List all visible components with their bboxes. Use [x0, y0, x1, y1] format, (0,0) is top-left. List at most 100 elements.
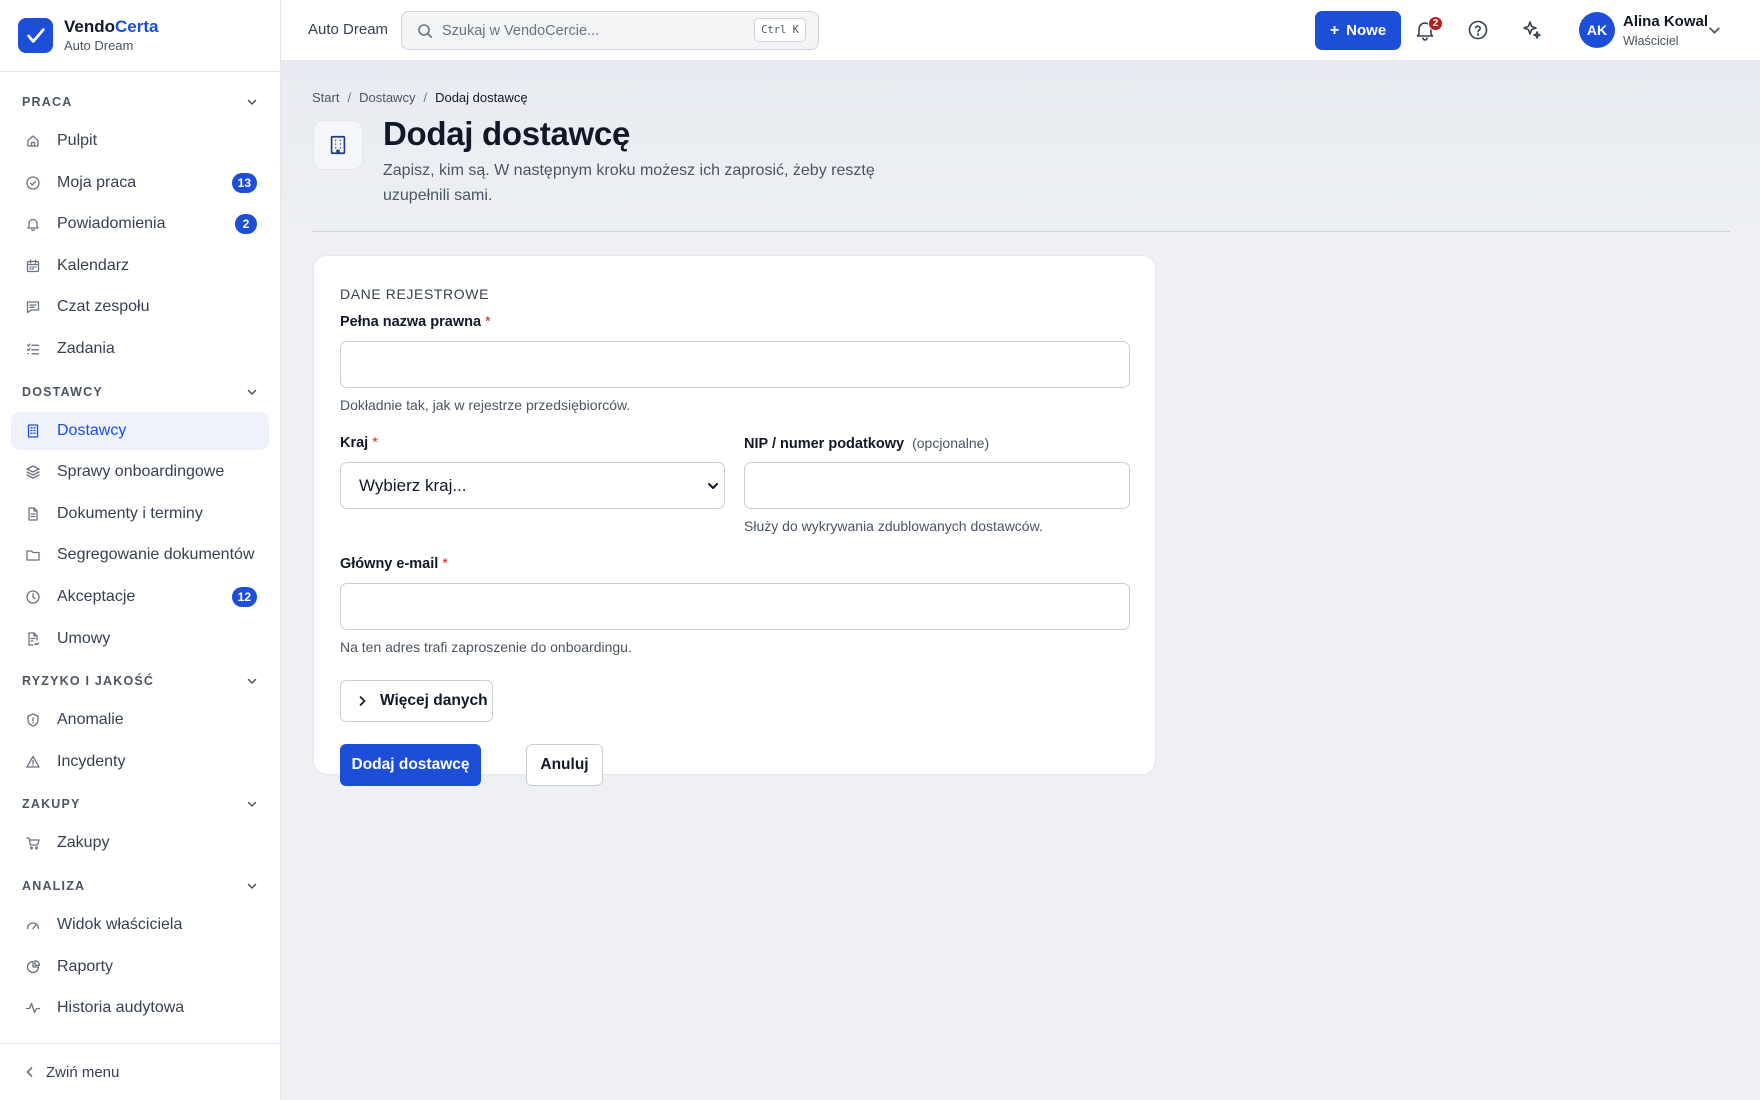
- clock-icon: [26, 590, 40, 604]
- sidebar-item-sprawy-onboardingowe[interactable]: Sprawy onboardingowe: [11, 453, 269, 491]
- workspace-switcher[interactable]: Auto Dream: [308, 21, 388, 38]
- sidebar-section-title: ANALIZA: [22, 878, 86, 893]
- search-shortcut: Ctrl K: [754, 18, 806, 42]
- country-label: Kraj *: [340, 435, 378, 451]
- legal-name-help: Dokładnie tak, jak w rejestrze przedsięb…: [340, 397, 631, 413]
- activity-icon: [25, 1002, 41, 1014]
- sidebar-item-pulpit[interactable]: Pulpit: [11, 122, 269, 160]
- chevron-down-icon: [247, 389, 257, 395]
- sidebar-item-label: Czat zespołu: [57, 298, 150, 316]
- sidebar-item-label: Segregowanie dokumentów: [57, 546, 255, 564]
- brand[interactable]: VendoCerta Auto Dream: [0, 0, 280, 72]
- top-bar: Auto Dream Szukaj w VendoCercie... Ctrl …: [281, 0, 1760, 61]
- sidebar-section-header[interactable]: ANALIZA: [0, 866, 280, 906]
- sidebar-section-title: PRACA: [22, 95, 73, 109]
- layers-icon: [26, 465, 40, 479]
- count-badge: 12: [231, 586, 257, 607]
- sidebar-section-title: RYZYKO I JAKOŚĆ: [22, 674, 155, 689]
- chat-icon: [26, 301, 40, 314]
- chevron-down-icon: [247, 883, 257, 889]
- brand-workspace: Auto Dream: [64, 38, 134, 53]
- chevron-down-icon: [247, 802, 257, 808]
- shield-icon: [27, 713, 39, 727]
- sidebar-item-segregowanie-dokumentow[interactable]: Segregowanie dokumentów: [11, 536, 269, 574]
- chevron-down-icon: [247, 678, 257, 684]
- legal-name-label: Pełna nazwa prawna *: [340, 314, 491, 330]
- sidebar-item-label: Incydenty: [57, 752, 126, 770]
- new-button-label: Nowe: [1346, 22, 1387, 39]
- breadcrumb-vendors[interactable]: Dostawcy: [359, 90, 415, 105]
- sidebar-item-label: Umowy: [57, 629, 111, 647]
- sidebar-section-header[interactable]: DOSTAWCY: [0, 372, 280, 412]
- email-help: Na ten adres trafi zaproszenie do onboar…: [340, 639, 632, 655]
- collapse-menu-label: Zwiń menu: [46, 1063, 120, 1081]
- sidebar-item-label: Raporty: [57, 957, 114, 975]
- chevron-down-icon: [247, 99, 257, 105]
- new-button[interactable]: + Nowe: [1315, 11, 1401, 50]
- sidebar-item-label: Moja praca: [57, 173, 137, 191]
- notification-count-badge: 2: [1428, 16, 1443, 31]
- collapse-menu-button[interactable]: Zwiń menu: [0, 1043, 280, 1100]
- sidebar-item-zakupy[interactable]: Zakupy: [11, 824, 269, 862]
- breadcrumb-start[interactable]: Start: [312, 90, 339, 105]
- email-input[interactable]: [340, 583, 1130, 630]
- folder-icon: [26, 550, 40, 561]
- breadcrumb: Start / Dostawcy / Dodaj dostawcę: [312, 90, 528, 105]
- tax-id-input[interactable]: [744, 462, 1130, 509]
- sidebar: VendoCerta Auto Dream PRACA Pulpit Moja pr…: [0, 0, 281, 1100]
- sidebar-item-label: Dostawcy: [57, 421, 127, 439]
- sidebar-item-label: Akceptacje: [57, 587, 136, 605]
- sidebar-item-raporty[interactable]: Raporty: [11, 948, 269, 986]
- building-icon: [27, 423, 39, 438]
- sidebar-item-umowy[interactable]: Umowy: [11, 620, 269, 658]
- sidebar-item-label: Kalendarz: [57, 256, 130, 274]
- sidebar-section-header[interactable]: PRACA: [0, 82, 280, 122]
- sidebar-item-incydenty[interactable]: Incydenty: [11, 743, 269, 781]
- add-vendor-button[interactable]: Dodaj dostawcę: [340, 744, 481, 786]
- sidebar-item-dostawcy[interactable]: Dostawcy: [11, 411, 269, 450]
- sidebar-item-moja-praca[interactable]: Moja praca 13: [11, 164, 269, 202]
- sidebar-item-label: Zakupy: [57, 834, 110, 852]
- chevron-down-icon[interactable]: [1708, 24, 1721, 37]
- cancel-button[interactable]: Anuluj: [526, 744, 603, 786]
- sidebar-item-widok-wlasciciela[interactable]: Widok właściciela: [11, 906, 269, 944]
- calendar-icon: [26, 259, 40, 272]
- chevron-down-icon: [708, 483, 718, 489]
- gauge-icon: [26, 922, 40, 930]
- sidebar-section-header[interactable]: ZAKUPY: [0, 784, 280, 824]
- more-details-button[interactable]: Więcej danych: [340, 680, 493, 722]
- sidebar-item-powiadomienia[interactable]: Powiadomienia 2: [11, 205, 269, 243]
- sidebar-item-label: Powiadomienia: [57, 215, 166, 233]
- warning-icon: [26, 755, 40, 768]
- sidebar-item-label: Zadania: [57, 339, 115, 357]
- country-select[interactable]: Wybierz kraj...: [340, 462, 725, 509]
- cart-icon: [26, 837, 40, 850]
- sidebar-item-dokumenty-i-terminy[interactable]: Dokumenty i terminy: [11, 495, 269, 533]
- sidebar-item-zadania[interactable]: Zadania: [11, 330, 269, 368]
- brand-logo-icon: [18, 18, 53, 53]
- search-input[interactable]: Szukaj w VendoCercie... Ctrl K: [401, 11, 819, 50]
- avatar[interactable]: AK: [1579, 12, 1615, 48]
- more-details-label: Więcej danych: [380, 692, 488, 709]
- bell-icon: [27, 219, 39, 232]
- count-badge: 2: [235, 214, 257, 235]
- breadcrumb-separator: /: [423, 90, 428, 105]
- sidebar-item-anomalie[interactable]: Anomalie: [11, 701, 269, 739]
- pie-chart-icon: [26, 959, 41, 973]
- help-icon[interactable]: [1466, 18, 1490, 42]
- home-icon: [27, 135, 39, 147]
- search-icon: [418, 23, 432, 38]
- sidebar-item-kalendarz[interactable]: Kalendarz: [11, 247, 269, 285]
- sidebar-item-czat-zespolu[interactable]: Czat zespołu: [11, 288, 269, 326]
- search-placeholder: Szukaj w VendoCercie...: [442, 22, 600, 39]
- sidebar-item-akceptacje[interactable]: Akceptacje 12: [11, 578, 269, 616]
- sidebar-section-header[interactable]: RYZYKO I JAKOŚĆ: [0, 661, 280, 701]
- legal-name-input[interactable]: [340, 341, 1130, 388]
- user-name[interactable]: Alina Kowal: [1623, 13, 1708, 30]
- sidebar-item-label: Dokumenty i terminy: [57, 504, 203, 522]
- sidebar-item-historia-audytowa[interactable]: Historia audytowa: [11, 989, 269, 1027]
- country-select-value: Wybierz kraj...: [359, 475, 467, 495]
- breadcrumb-current: Dodaj dostawcę: [435, 90, 528, 105]
- sparkles-icon[interactable]: [1520, 18, 1544, 42]
- sidebar-item-label: Sprawy onboardingowe: [57, 463, 225, 481]
